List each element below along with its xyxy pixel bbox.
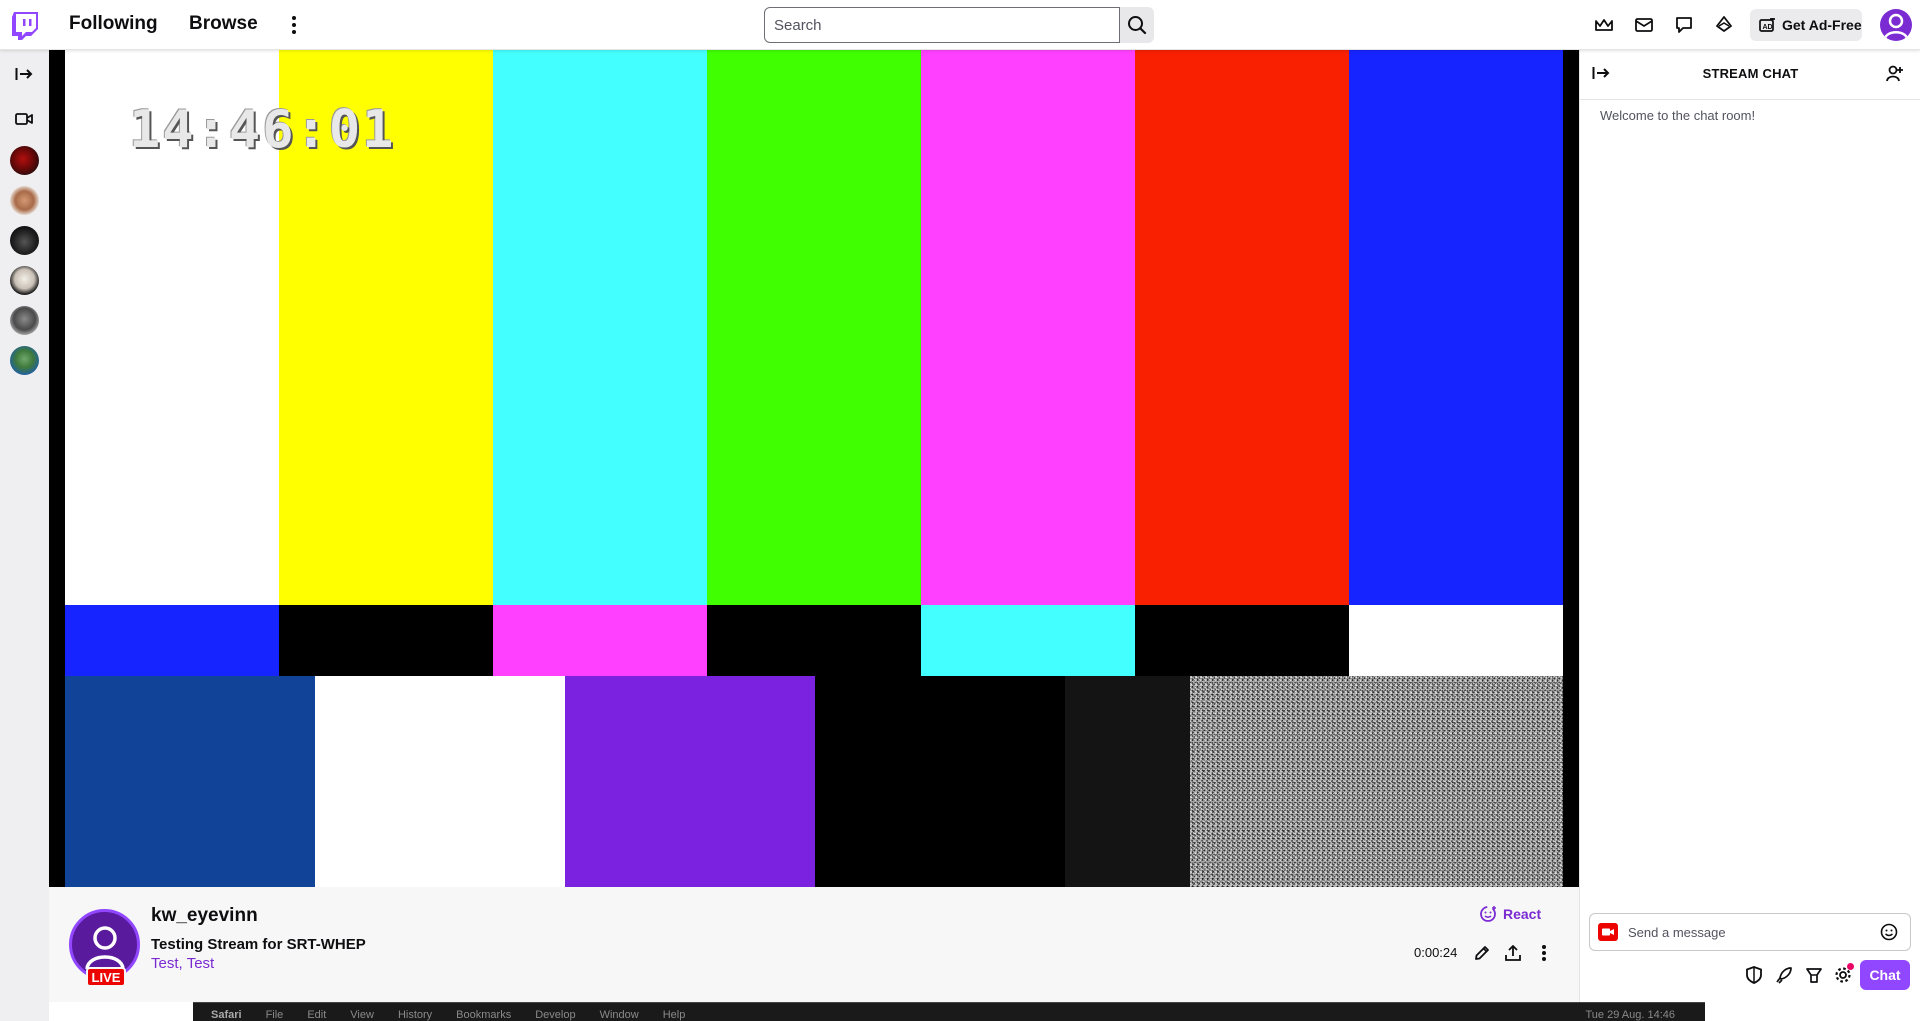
get-ad-free-button[interactable]: AD Get Ad-Free: [1750, 9, 1862, 41]
chat-welcome-message: Welcome to the chat room!: [1600, 108, 1756, 123]
os-menu-item[interactable]: Edit: [307, 1009, 326, 1021]
os-clock: Tue 29 Aug. 14:46: [1585, 1009, 1676, 1021]
chat-header: STREAM CHAT: [1580, 50, 1920, 100]
bits-icon[interactable]: [1713, 14, 1735, 36]
search-input[interactable]: [764, 7, 1120, 43]
stream-uptime: 0:00:24: [1414, 945, 1458, 960]
os-menu-item[interactable]: Bookmarks: [456, 1009, 511, 1021]
gear-icon[interactable]: [1833, 963, 1854, 985]
ad-free-icon: AD: [1759, 17, 1775, 32]
search-button[interactable]: [1120, 7, 1154, 43]
os-menu-bar: Safari File Edit View History Bookmarks …: [193, 1002, 1705, 1021]
react-label: React: [1503, 906, 1542, 922]
emote-icon[interactable]: [1880, 923, 1898, 946]
os-menu-item[interactable]: Safari: [211, 1009, 242, 1021]
tag-link[interactable]: Test: [187, 955, 215, 972]
collapse-icon[interactable]: [12, 62, 36, 86]
svg-text:AD: AD: [1763, 24, 1773, 31]
camera-icon[interactable]: [12, 107, 36, 131]
stream-timestamp-overlay: 14:46:01: [129, 100, 396, 160]
tag-link[interactable]: Test,: [151, 955, 183, 972]
chat-send-button[interactable]: Chat: [1860, 960, 1910, 990]
react-icon: [1480, 906, 1496, 922]
nav-following-link[interactable]: Following: [69, 13, 158, 35]
os-menu-item[interactable]: File: [266, 1009, 284, 1021]
nav-browse-link[interactable]: Browse: [189, 13, 258, 35]
followed-channel-avatar[interactable]: [10, 186, 39, 215]
test-pattern: [65, 50, 1563, 887]
twitch-logo[interactable]: [12, 12, 38, 40]
inbox-icon[interactable]: [1633, 14, 1655, 36]
search-bar: [764, 7, 1154, 43]
camera-icon[interactable]: [1598, 923, 1618, 941]
live-badge: LIVE: [86, 967, 126, 987]
more-options-icon[interactable]: [1533, 942, 1555, 964]
video-player[interactable]: 14:46:01: [49, 50, 1579, 887]
followed-channel-avatar[interactable]: [10, 226, 39, 255]
shield-icon[interactable]: [1744, 965, 1764, 985]
os-menu-item[interactable]: View: [350, 1009, 374, 1021]
edit-icon[interactable]: [1471, 942, 1493, 964]
followed-channel-avatar[interactable]: [10, 146, 39, 175]
os-menu-item[interactable]: Develop: [535, 1009, 575, 1021]
os-menu-item[interactable]: History: [398, 1009, 432, 1021]
crown-icon[interactable]: [1593, 14, 1615, 36]
os-menu-item[interactable]: Help: [663, 1009, 686, 1021]
notification-dot: [1847, 963, 1854, 970]
followed-channel-avatar[interactable]: [10, 306, 39, 335]
whispers-icon[interactable]: [1673, 14, 1695, 36]
rocket-icon[interactable]: [1774, 965, 1794, 985]
more-icon[interactable]: [286, 14, 302, 36]
get-ad-free-label: Get Ad-Free: [1782, 17, 1862, 33]
followed-channels-sidebar: [0, 50, 49, 1021]
chat-title: STREAM CHAT: [1702, 66, 1799, 81]
channel-info-panel: LIVE kw_eyevinn Testing Stream for SRT-W…: [49, 887, 1579, 1002]
user-avatar[interactable]: [1880, 9, 1912, 41]
channel-name[interactable]: kw_eyevinn: [151, 905, 258, 927]
ticket-icon[interactable]: [1804, 965, 1824, 985]
top-nav-bar: Following Browse AD Get Ad-Free: [0, 0, 1920, 50]
share-icon[interactable]: [1502, 942, 1524, 964]
followed-channel-avatar[interactable]: [10, 346, 39, 375]
users-icon[interactable]: [1886, 64, 1906, 87]
followed-channel-avatar[interactable]: [10, 266, 39, 295]
stream-title: Testing Stream for SRT-WHEP: [151, 936, 366, 953]
os-menu-item[interactable]: Window: [600, 1009, 639, 1021]
stream-chat-panel: STREAM CHAT Welcome to the chat room! Ch…: [1579, 50, 1920, 1021]
stream-tags: Test, Test: [151, 955, 214, 972]
search-icon: [1128, 16, 1147, 35]
chat-input-box: [1589, 913, 1911, 951]
react-button[interactable]: React: [1479, 905, 1541, 923]
os-menu: Safari File Edit View History Bookmarks …: [211, 1009, 685, 1021]
chat-message-input[interactable]: [1628, 914, 1868, 950]
